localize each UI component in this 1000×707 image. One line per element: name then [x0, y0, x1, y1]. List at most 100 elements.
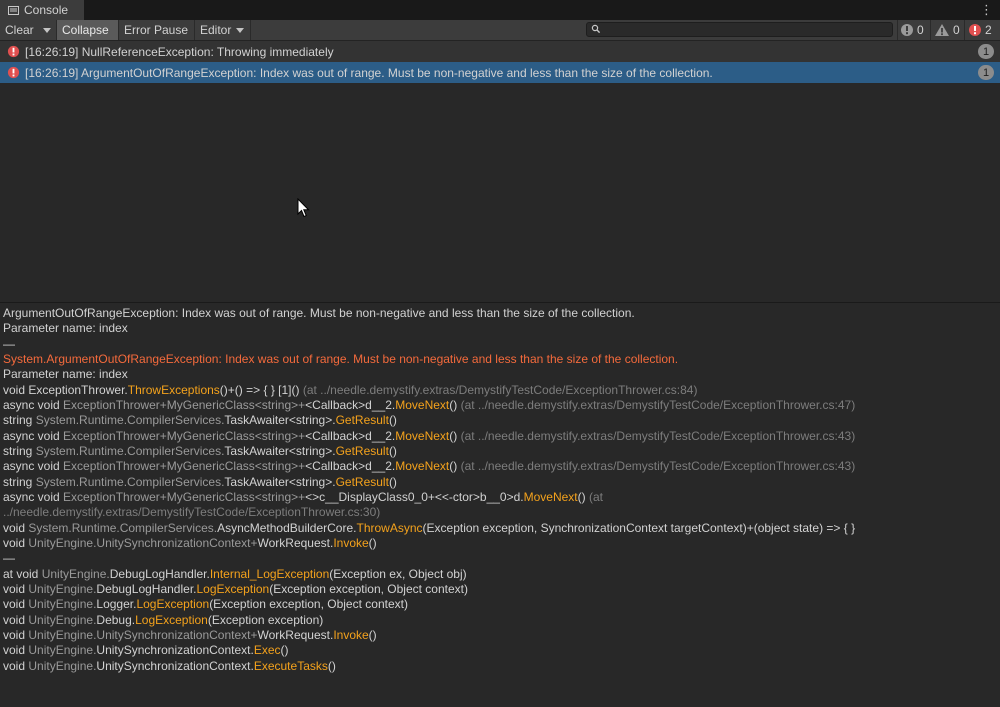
frame-class: UnitySynchronizationContext+: [96, 536, 258, 550]
frame-namespace: System.Runtime.CompilerServices.: [35, 444, 225, 458]
frame-method[interactable]: LogException: [135, 613, 208, 627]
frame-method[interactable]: MoveNext: [524, 490, 578, 504]
error-count-toggle[interactable]: 2: [968, 20, 992, 40]
frame-class: DebugLogHandler.: [96, 582, 197, 596]
stack-frame[interactable]: void UnityEngine.DebugLogHandler.LogExce…: [3, 582, 468, 597]
stack-frame[interactable]: void ExceptionThrower.ThrowExceptions()+…: [3, 383, 697, 398]
frame-method[interactable]: GetResult: [336, 475, 389, 489]
frame-class: ExceptionThrower+MyGenericClass<string>+: [63, 398, 306, 412]
search-input[interactable]: [603, 23, 888, 36]
info-count: 0: [917, 23, 924, 37]
frame-method[interactable]: GetResult: [336, 413, 389, 427]
warning-icon: [935, 24, 949, 36]
frame-method[interactable]: GetResult: [336, 444, 389, 458]
stack-frame[interactable]: async void ExceptionThrower+MyGenericCla…: [3, 429, 855, 444]
tab-console[interactable]: Console: [0, 0, 84, 20]
stack-frame[interactable]: async void ExceptionThrower+MyGenericCla…: [3, 459, 855, 474]
frame-method[interactable]: Internal_LogException: [210, 567, 329, 581]
stack-frame[interactable]: async void ExceptionThrower+MyGenericCla…: [3, 398, 855, 413]
stack-frame[interactable]: void UnityEngine.Debug.LogException(Exce…: [3, 613, 323, 628]
clear-button[interactable]: Clear: [0, 20, 38, 40]
error-pause-label: Error Pause: [124, 23, 189, 37]
clear-options-dropdown[interactable]: [38, 20, 56, 40]
exception-message: System.ArgumentOutOfRangeException: Inde…: [3, 352, 679, 366]
frame-location-link[interactable]: (at: [586, 490, 603, 504]
separator: —: [3, 337, 15, 351]
frame-method[interactable]: Invoke: [333, 628, 368, 642]
stack-frame[interactable]: string System.Runtime.CompilerServices.T…: [3, 444, 397, 459]
frame-location-link[interactable]: (at ../needle.demystify.extras/Demystify…: [300, 383, 698, 397]
frame-namespace: UnityEngine.: [28, 597, 97, 611]
error-pause-toggle[interactable]: Error Pause: [119, 20, 194, 40]
frame-return-type: async void: [3, 429, 64, 443]
frame-method[interactable]: ExecuteTasks: [254, 659, 328, 673]
log-entry-message: [16:26:19] NullReferenceException: Throw…: [25, 44, 334, 59]
collapse-toggle[interactable]: Collapse: [57, 20, 118, 40]
stack-frame[interactable]: string System.Runtime.CompilerServices.T…: [3, 413, 397, 428]
stack-trace-panel[interactable]: ArgumentOutOfRangeException: Index was o…: [0, 303, 1000, 707]
search-field[interactable]: [586, 22, 893, 37]
frame-class: UnitySynchronizationContext.: [96, 643, 254, 657]
frame-method[interactable]: ThrowAsync: [356, 521, 422, 535]
error-icon: [7, 45, 20, 58]
frame-return-type: void: [3, 659, 29, 673]
frame-args: (): [368, 536, 377, 550]
frame-class: <Callback>d__2.: [305, 429, 396, 443]
stack-frame[interactable]: void UnityEngine.Logger.LogException(Exc…: [3, 597, 408, 612]
info-icon: [901, 24, 913, 36]
message-parameter: Parameter name: index: [3, 321, 128, 335]
log-entry[interactable]: [16:26:19] NullReferenceException: Throw…: [0, 41, 1000, 62]
log-entry[interactable]: [16:26:19] ArgumentOutOfRangeException: …: [0, 62, 1000, 83]
frame-class: TaskAwaiter<string>.: [224, 444, 336, 458]
console-window-icon: [8, 5, 19, 15]
frame-namespace: UnityEngine.: [28, 643, 97, 657]
info-count-toggle[interactable]: 0: [900, 20, 924, 40]
stack-frame[interactable]: void UnityEngine.UnitySynchronizationCon…: [3, 536, 377, 551]
frame-namespace: UnityEngine.: [28, 536, 97, 550]
warning-count: 0: [953, 23, 960, 37]
frame-args: (): [388, 475, 397, 489]
frame-class: TaskAwaiter<string>.: [224, 413, 336, 427]
frame-method[interactable]: LogException: [196, 582, 269, 596]
frame-return-type: void: [3, 613, 29, 627]
frame-method[interactable]: MoveNext: [395, 398, 449, 412]
frame-location-link[interactable]: (at ../needle.demystify.extras/Demystify…: [457, 459, 856, 473]
more-options-icon[interactable]: ⋮: [980, 2, 993, 18]
frame-location-link[interactable]: (at ../needle.demystify.extras/Demystify…: [457, 398, 856, 412]
log-list[interactable]: [16:26:19] NullReferenceException: Throw…: [0, 41, 1000, 302]
frame-args: (Exception exception, SynchronizationCon…: [422, 521, 856, 535]
frame-method[interactable]: LogException: [136, 597, 209, 611]
stack-frame[interactable]: void UnityEngine.UnitySynchronizationCon…: [3, 628, 377, 643]
stack-frame[interactable]: at void UnityEngine.DebugLogHandler.Inte…: [3, 567, 467, 582]
error-icon: [7, 66, 20, 79]
frame-return-type: void: [3, 582, 29, 596]
frame-method[interactable]: Exec: [254, 643, 281, 657]
frame-method[interactable]: Invoke: [333, 536, 368, 550]
stack-frame[interactable]: string System.Runtime.CompilerServices.T…: [3, 475, 397, 490]
stack-frame[interactable]: void UnityEngine.UnitySynchronizationCon…: [3, 643, 289, 658]
frame-return-type: void: [3, 643, 29, 657]
frame-return-type: void: [3, 536, 29, 550]
tab-title: Console: [24, 3, 69, 17]
frame-method[interactable]: ThrowExceptions: [128, 383, 220, 397]
log-entry-count-badge: 1: [978, 44, 994, 59]
stack-frame[interactable]: void UnityEngine.UnitySynchronizationCon…: [3, 659, 336, 674]
message-header: ArgumentOutOfRangeException: Index was o…: [3, 306, 635, 320]
frame-class: ExceptionThrower+MyGenericClass<string>+: [63, 490, 306, 504]
frame-namespace: System.Runtime.CompilerServices.: [35, 413, 225, 427]
frame-location-link[interactable]: (at ../needle.demystify.extras/Demystify…: [457, 429, 856, 443]
warning-count-toggle[interactable]: 0: [934, 20, 960, 40]
frame-class: <Callback>d__2.: [305, 459, 396, 473]
frame-args: (): [577, 490, 586, 504]
chevron-down-icon: [236, 27, 245, 33]
stack-frame[interactable]: async void ExceptionThrower+MyGenericCla…: [3, 490, 603, 505]
frame-location-link[interactable]: ../needle.demystify.extras/DemystifyTest…: [3, 505, 380, 520]
editor-dropdown[interactable]: Editor: [195, 20, 250, 40]
frame-args: (): [327, 659, 336, 673]
stack-frame[interactable]: void System.Runtime.CompilerServices.Asy…: [3, 521, 855, 536]
log-entry-count-badge: 1: [978, 65, 994, 80]
clear-button-label: Clear: [5, 23, 34, 37]
frame-namespace: UnityEngine.: [28, 659, 97, 673]
frame-method[interactable]: MoveNext: [395, 429, 449, 443]
frame-method[interactable]: MoveNext: [395, 459, 449, 473]
